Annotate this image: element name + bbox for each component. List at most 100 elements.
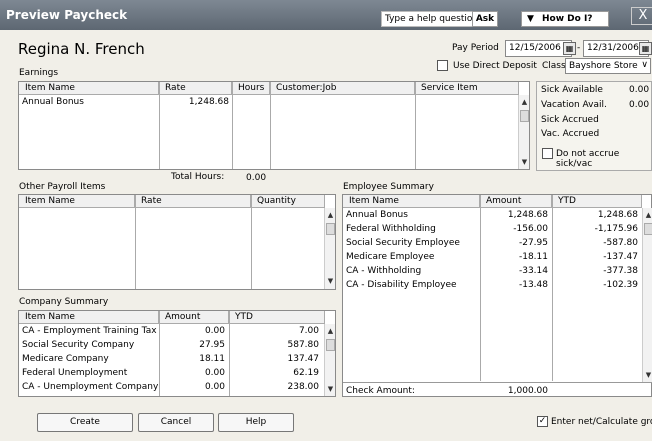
company-row-item[interactable]: Medicare Company — [22, 354, 109, 364]
company-row-ytd[interactable]: 587.80 — [229, 340, 320, 350]
create-button[interactable]: Create — [37, 413, 133, 432]
company-row-ytd[interactable]: 62.19 — [229, 368, 319, 378]
vacation-available-value: 0.00 — [629, 100, 650, 110]
total-hours-value: 0.00 — [246, 173, 267, 183]
other-payroll-scrollbar[interactable]: ▲ ▼ — [324, 208, 335, 289]
col-item-name: Item Name — [19, 82, 159, 95]
scroll-thumb[interactable] — [326, 339, 335, 351]
employee-row-item[interactable]: Medicare Employee — [346, 252, 434, 262]
employee-row-ytd[interactable]: -377.38 — [552, 266, 638, 276]
company-summary-scrollbar[interactable]: ▲ ▼ — [324, 324, 335, 396]
col-amount: Amount — [159, 311, 229, 324]
company-row-amount[interactable]: 18.11 — [159, 354, 225, 364]
employee-row-item[interactable]: CA - Disability Employee — [346, 280, 457, 290]
direct-deposit-checkbox[interactable] — [437, 60, 448, 71]
employee-row-item[interactable]: CA - Withholding — [346, 266, 421, 276]
pay-period-label: Pay Period — [452, 43, 499, 53]
scroll-down-icon[interactable]: ▼ — [519, 157, 530, 168]
company-row-item[interactable]: CA - Unemployment Company — [22, 382, 158, 392]
col-item-name: Item Name — [19, 311, 159, 324]
no-accrue-checkbox[interactable] — [542, 148, 553, 159]
help-button[interactable]: Help — [218, 413, 294, 432]
company-row-amount[interactable]: 0.00 — [159, 326, 225, 336]
employee-row-ytd[interactable]: -1,175.96 — [552, 224, 638, 234]
pay-period-separator: - — [577, 43, 581, 53]
scroll-up-icon[interactable]: ▲ — [519, 97, 530, 108]
how-do-i-button[interactable]: ▼ How Do I? — [521, 11, 609, 27]
employee-row-ytd[interactable]: -587.80 — [552, 238, 638, 248]
employee-row-amount[interactable]: -27.95 — [480, 238, 548, 248]
scroll-up-icon[interactable]: ▲ — [325, 210, 336, 221]
col-rate: Rate — [159, 82, 232, 95]
vac-accrued-label: Vac. Accrued — [541, 129, 600, 139]
employee-name: Regina N. French — [18, 40, 145, 58]
vacation-available-label: Vacation Avail. — [541, 100, 607, 110]
employee-row-amount[interactable]: 1,248.68 — [480, 210, 548, 220]
no-accrue-label: Do not accrue sick/vac — [556, 149, 620, 169]
other-payroll-grid[interactable]: Item Name Rate Quantity ▲ ▼ — [18, 194, 336, 290]
close-icon[interactable]: X — [631, 7, 652, 25]
sick-available-value: 0.00 — [629, 85, 650, 95]
scroll-thumb[interactable] — [644, 223, 652, 235]
earnings-label: Earnings — [19, 68, 59, 78]
pay-period-start-field[interactable]: 12/15/2006 — [505, 40, 572, 57]
company-row-item[interactable]: CA - Employment Training Tax — [22, 326, 157, 336]
employee-row-amount[interactable]: -18.11 — [480, 252, 548, 262]
company-row-ytd[interactable]: 137.47 — [229, 354, 320, 364]
preview-paycheck-window: Preview Paycheck Type a help question As… — [0, 0, 652, 441]
calendar-icon[interactable]: ▦ — [563, 42, 576, 55]
scroll-up-icon[interactable]: ▲ — [643, 210, 652, 221]
employee-summary-grid[interactable]: Item Name Amount YTD Annual Bonus 1,248.6… — [342, 194, 652, 397]
scroll-thumb[interactable] — [520, 110, 529, 122]
other-payroll-label: Other Payroll Items — [19, 182, 106, 192]
employee-row-ytd[interactable]: -137.47 — [552, 252, 638, 262]
scroll-down-icon[interactable]: ▼ — [643, 370, 652, 381]
company-row-amount[interactable]: 0.00 — [159, 368, 225, 378]
employee-row-item[interactable]: Federal Withholding — [346, 224, 436, 234]
employee-row-item[interactable]: Social Security Employee — [346, 238, 460, 248]
company-row-item[interactable]: Federal Unemployment — [22, 368, 127, 378]
sick-accrued-label: Sick Accrued — [541, 115, 599, 125]
dropdown-icon: ▼ — [527, 14, 534, 24]
company-row-amount[interactable]: 0.00 — [159, 382, 225, 392]
employee-row-amount[interactable]: -33.14 — [480, 266, 548, 276]
earnings-grid[interactable]: Item Name Rate Hours Customer:Job Servic… — [18, 81, 530, 170]
pay-period-start-value: 12/15/2006 — [509, 43, 561, 53]
class-select[interactable]: Bayshore Store ∨ — [565, 58, 651, 74]
earnings-item-0[interactable]: Annual Bonus — [22, 97, 84, 107]
company-summary-grid[interactable]: Item Name Amount YTD CA - Employment Tra… — [18, 310, 336, 397]
scroll-down-icon[interactable]: ▼ — [325, 276, 336, 287]
class-value: Bayshore Store — [569, 61, 638, 71]
col-ytd: YTD — [552, 195, 642, 208]
employee-row-ytd[interactable]: -102.39 — [552, 280, 638, 290]
col-item-name: Item Name — [343, 195, 480, 208]
window-title: Preview Paycheck — [6, 8, 128, 22]
pay-period-end-value: 12/31/2006 — [587, 43, 639, 53]
col-hours: Hours — [232, 82, 270, 95]
company-row-ytd[interactable]: 7.00 — [229, 326, 319, 336]
employee-row-amount[interactable]: -156.00 — [480, 224, 548, 234]
employee-summary-scrollbar[interactable]: ▲ ▼ — [642, 208, 652, 382]
check-amount-value: 1,000.00 — [507, 386, 548, 396]
company-row-amount[interactable]: 27.95 — [159, 340, 225, 350]
company-row-item[interactable]: Social Security Company — [22, 340, 134, 350]
ask-button[interactable]: Ask — [472, 11, 498, 27]
employee-row-ytd[interactable]: 1,248.68 — [552, 210, 638, 220]
employee-summary-label: Employee Summary — [343, 182, 434, 192]
company-summary-label: Company Summary — [19, 297, 109, 307]
earnings-rate-0[interactable]: 1,248.68 — [159, 97, 229, 107]
col-quantity: Quantity — [251, 195, 325, 208]
scroll-up-icon[interactable]: ▲ — [325, 326, 336, 337]
employee-row-amount[interactable]: -13.48 — [480, 280, 548, 290]
cancel-button[interactable]: Cancel — [138, 413, 214, 432]
col-ytd: YTD — [229, 311, 325, 324]
help-question-input[interactable]: Type a help question — [381, 11, 483, 27]
calendar-icon[interactable]: ▦ — [639, 42, 652, 55]
company-row-ytd[interactable]: 238.00 — [229, 382, 320, 392]
scroll-thumb[interactable] — [326, 223, 335, 235]
scroll-down-icon[interactable]: ▼ — [325, 384, 336, 395]
title-bar: Preview Paycheck Type a help question As… — [0, 0, 652, 30]
earnings-scrollbar[interactable]: ▲ ▼ — [518, 95, 529, 169]
enter-net-checkbox[interactable]: ✓ — [537, 416, 548, 427]
employee-row-item[interactable]: Annual Bonus — [346, 210, 408, 220]
